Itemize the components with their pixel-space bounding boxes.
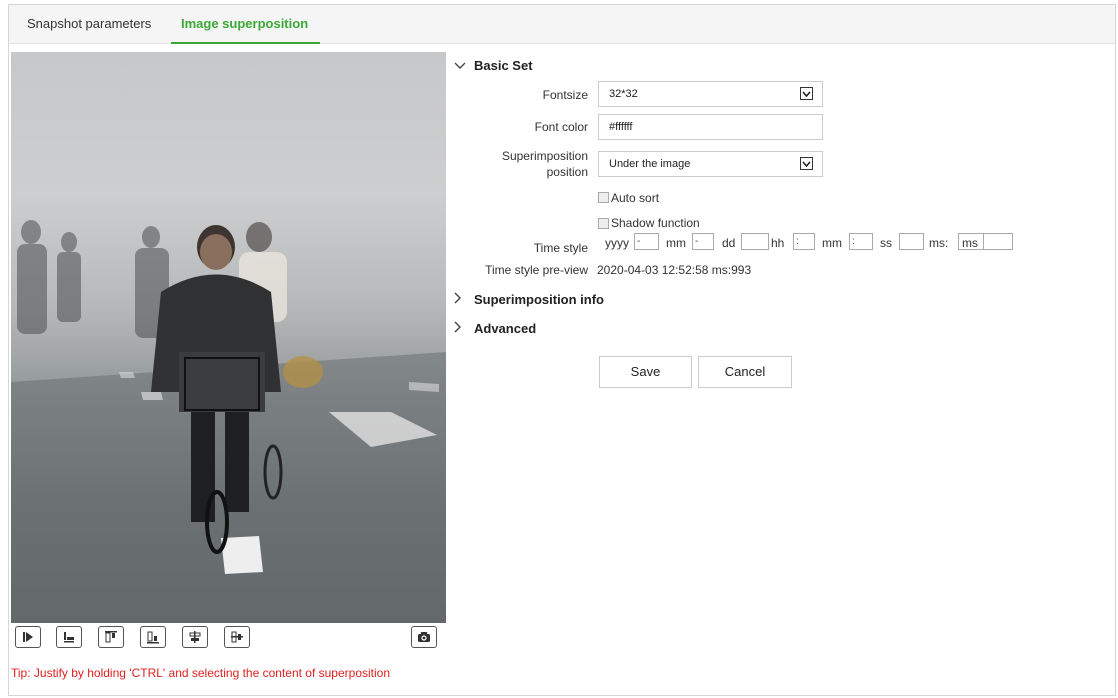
time-style-separator-input-0[interactable]: - (634, 233, 659, 250)
time-style-separator-input-5[interactable] (899, 233, 924, 250)
video-preview[interactable] (11, 52, 446, 623)
section-basic-set[interactable]: Basic Set (454, 58, 533, 73)
align-bottom-icon[interactable] (56, 626, 82, 648)
fontsize-select[interactable]: 32*32 (598, 81, 823, 107)
chevron-down-icon (454, 58, 466, 73)
shadow-function-label: Shadow function (611, 216, 700, 230)
align-middle-icon[interactable] (224, 626, 250, 648)
camera-icon[interactable] (411, 626, 437, 648)
align-top-left-icon[interactable] (98, 626, 124, 648)
font-color-label: Font color (534, 120, 588, 134)
fog-road-scene (11, 220, 446, 623)
time-style-preview-label: Time style pre-view (485, 263, 588, 277)
tab-image-superposition[interactable]: Image superposition (170, 5, 321, 44)
time-style-label: Time style (533, 241, 588, 255)
time-style-unit-6: ms: (929, 236, 949, 250)
time-style-separator-input-2[interactable] (741, 233, 769, 250)
chevron-right-icon (454, 292, 466, 307)
time-style-unit-7: ms (962, 236, 978, 250)
time-style-separator-input-7[interactable] (983, 233, 1013, 250)
time-style-unit-1: mm (666, 236, 686, 250)
chevron-down-icon (800, 157, 813, 170)
chevron-down-icon (800, 87, 813, 100)
chevron-right-icon (454, 321, 466, 336)
superimposition-position-select[interactable]: Under the image (598, 151, 823, 177)
time-style-unit-5: ss (880, 236, 892, 250)
auto-sort-label: Auto sort (611, 191, 660, 205)
time-style-separator-input-4[interactable]: : (849, 233, 873, 250)
tab-bar: Snapshot parameters Image superposition (9, 5, 1115, 44)
section-superimposition-info[interactable]: Superimposition info (454, 292, 604, 307)
shadow-function-checkbox[interactable] (598, 218, 609, 229)
time-style-unit-3: hh (771, 236, 785, 250)
align-center-icon[interactable] (182, 626, 208, 648)
play-icon[interactable] (15, 626, 41, 648)
time-style-unit-2: dd (722, 236, 736, 250)
tip-text: Tip: Justify by holding 'CTRL' and selec… (11, 666, 391, 680)
time-style-separator-input-1[interactable]: - (692, 233, 714, 250)
time-style-separator-input-3[interactable]: : (793, 233, 815, 250)
superimposition-position-label: Superimposition position (501, 149, 588, 179)
fontsize-label: Fontsize (542, 88, 588, 102)
section-advanced[interactable]: Advanced (454, 321, 536, 336)
auto-sort-checkbox[interactable] (598, 192, 609, 203)
time-style-unit-0: yyyy (605, 236, 629, 250)
time-style-preview-value: 2020-04-03 12:52:58 ms:993 (597, 263, 752, 277)
font-color-input[interactable]: #ffffff (598, 114, 823, 140)
save-button[interactable]: Save (599, 356, 692, 388)
align-bottom-right-icon[interactable] (140, 626, 166, 648)
cancel-button[interactable]: Cancel (698, 356, 792, 388)
time-style-unit-4: mm (822, 236, 842, 250)
tab-snapshot-parameters[interactable]: Snapshot parameters (27, 5, 151, 43)
